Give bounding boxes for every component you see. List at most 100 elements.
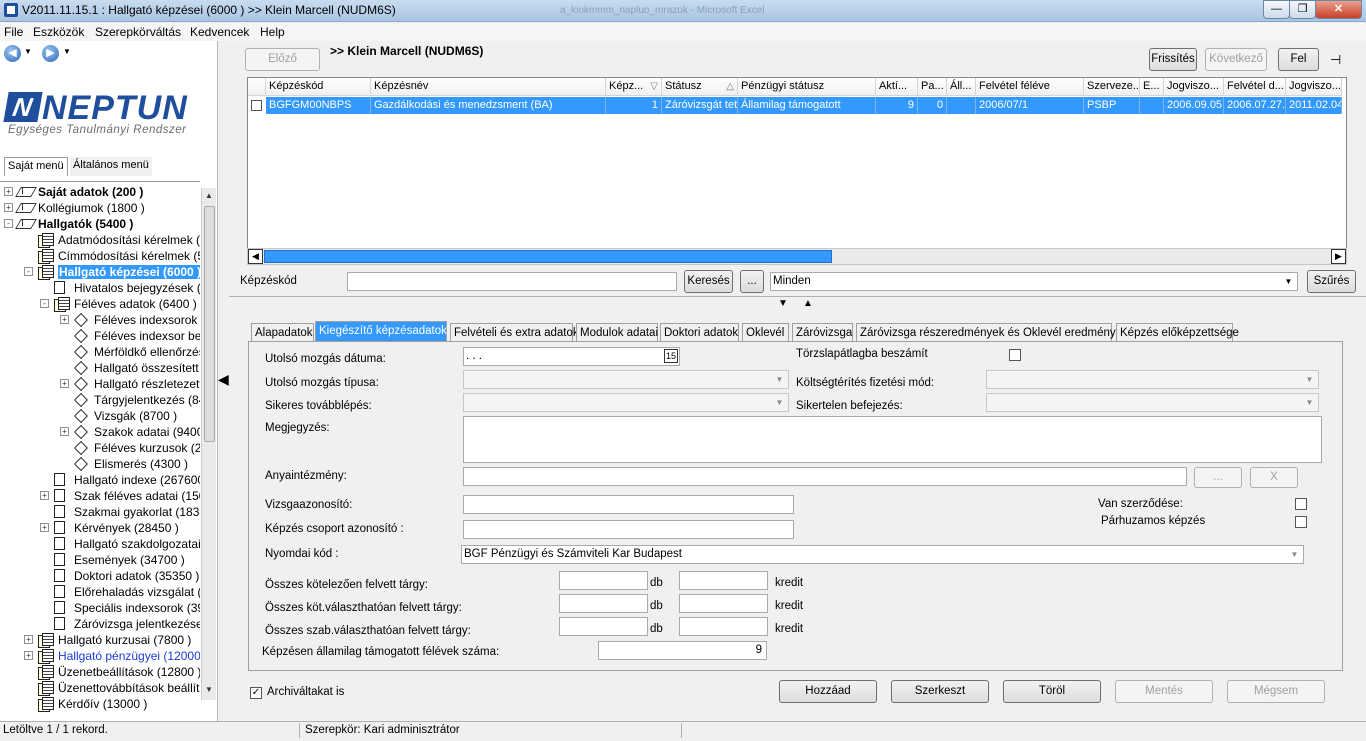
- last-movement-date-field[interactable]: . . . 15: [463, 347, 680, 366]
- tab-0[interactable]: Alapadatok: [251, 323, 314, 342]
- up-button[interactable]: Fel: [1278, 48, 1319, 71]
- collapse-grid-icon[interactable]: ▼: [778, 298, 788, 309]
- table-cell[interactable]: PSBP: [1084, 97, 1140, 114]
- add-button[interactable]: Hozzáad: [779, 680, 877, 703]
- refresh-button[interactable]: Frissítés: [1149, 48, 1197, 71]
- column-header[interactable]: Jogviszo...: [1286, 78, 1342, 96]
- collapse-icon[interactable]: -: [40, 299, 49, 308]
- scrollbar-thumb[interactable]: [264, 250, 832, 263]
- tree-item[interactable]: Saját adatok (200 ): [38, 184, 143, 200]
- tree-item[interactable]: Tárgyjelentkezés (840: [94, 392, 200, 408]
- filter-select[interactable]: Minden ▼: [770, 272, 1298, 291]
- exam-id-field[interactable]: [463, 495, 794, 514]
- search-options-button[interactable]: ...: [740, 270, 764, 293]
- expand-icon[interactable]: +: [24, 651, 33, 660]
- parallel-training-checkbox[interactable]: [1295, 516, 1307, 528]
- optional-subjects-credits[interactable]: [679, 594, 768, 613]
- mandatory-subjects-credits[interactable]: [679, 571, 768, 590]
- tree-item[interactable]: Események (34700 ): [74, 552, 185, 568]
- column-header[interactable]: E...: [1140, 78, 1164, 96]
- column-header[interactable]: Aktí...: [876, 78, 918, 96]
- expand-icon[interactable]: +: [24, 635, 33, 644]
- column-header[interactable]: Pa...: [918, 78, 947, 96]
- tree-item[interactable]: Hallgató pénzügyei (12000 ): [58, 648, 200, 664]
- tree-item[interactable]: Hallgató szakdolgozatai (2: [74, 536, 200, 552]
- scrollbar-thumb[interactable]: [204, 206, 215, 442]
- tree-item[interactable]: Üzenettovábbítások beállítás: [58, 680, 200, 696]
- tree-item[interactable]: Címmódosítási kérelmek (5700: [58, 248, 200, 264]
- expand-icon[interactable]: +: [60, 379, 69, 388]
- successful-progression-select[interactable]: ▼: [463, 393, 789, 412]
- tree-item[interactable]: Adatmódosítási kérelmek (5600: [58, 232, 200, 248]
- tree-item[interactable]: Féléves kurzusok (26: [94, 440, 200, 456]
- next-button[interactable]: Következő: [1205, 48, 1267, 71]
- cancel-button[interactable]: Mégsem: [1227, 680, 1325, 703]
- table-cell[interactable]: 2006.07.27.: [1224, 97, 1286, 114]
- free-subjects-credits[interactable]: [679, 617, 768, 636]
- search-button[interactable]: Keresés: [684, 270, 733, 293]
- back-arrow-icon[interactable]: ◀: [4, 45, 21, 62]
- tree-scrollbar[interactable]: ▲ ▼: [201, 188, 216, 700]
- expand-icon[interactable]: +: [60, 427, 69, 436]
- column-header[interactable]: Képzésnév: [371, 78, 606, 96]
- tree-item[interactable]: Féléves indexsorok (6: [94, 312, 200, 328]
- archived-checkbox[interactable]: ✓: [250, 687, 262, 699]
- filter-button[interactable]: Szűrés: [1307, 270, 1356, 293]
- column-header[interactable]: Felvétel d...: [1224, 78, 1286, 96]
- tree-item[interactable]: Előrehaladás vizsgálat (35: [74, 584, 200, 600]
- tree-item[interactable]: Üzenetbeállítások (12800 ): [58, 664, 200, 680]
- collapse-left-icon[interactable]: ◀: [218, 371, 229, 388]
- table-cell[interactable]: 2006.09.05: [1164, 97, 1224, 114]
- expand-grid-icon[interactable]: ▲: [803, 298, 813, 309]
- forward-arrow-icon[interactable]: ▶: [42, 45, 59, 62]
- scroll-right-icon[interactable]: ▶: [1331, 249, 1346, 264]
- tab-4[interactable]: Doktori adatok: [660, 323, 739, 342]
- table-cell[interactable]: [947, 97, 976, 114]
- tree-item[interactable]: Hallgatók (5400 ): [38, 216, 133, 232]
- state-funded-semesters-field[interactable]: 9: [598, 641, 767, 660]
- tree-item[interactable]: Szak féléves adatai (150: [74, 488, 200, 504]
- tree-item[interactable]: Vizsgák (8700 ): [94, 408, 177, 424]
- print-code-select[interactable]: BGF Pénzügyi és Számviteli Kar Budapest ▼: [461, 545, 1304, 564]
- table-cell[interactable]: 2011.02.04: [1286, 97, 1342, 114]
- table-cell[interactable]: Államilag támogatott: [738, 97, 876, 114]
- tree-item[interactable]: Hallgató képzései (6000 ): [58, 264, 200, 280]
- tree-item[interactable]: Kérdőív (13000 ): [58, 696, 147, 712]
- search-input[interactable]: [347, 272, 677, 291]
- tree-item[interactable]: Doktori adatok (35350 ): [74, 568, 199, 584]
- menu-kedvencek[interactable]: Kedvencek: [190, 25, 249, 39]
- splitter-line[interactable]: [229, 296, 1366, 297]
- parent-institution-field[interactable]: [463, 467, 1187, 486]
- pin-icon[interactable]: ⊣: [1330, 52, 1341, 68]
- menu-help[interactable]: Help: [260, 25, 285, 39]
- chevron-down-icon[interactable]: ▼: [772, 372, 787, 387]
- menu-szerepkorvaltas[interactable]: Szerepkörváltás: [95, 25, 181, 39]
- tab-7[interactable]: Záróvizsga részeredmények és Oklevél ere…: [856, 323, 1128, 342]
- scroll-up-icon[interactable]: ▲: [205, 191, 213, 200]
- column-header[interactable]: Felvétel féléve: [976, 78, 1084, 96]
- column-header[interactable]: Szerveze...: [1084, 78, 1140, 96]
- chevron-down-icon[interactable]: ▼: [1302, 372, 1317, 387]
- tree-item[interactable]: Mérföldkő ellenőrzés: [94, 344, 200, 360]
- expand-icon[interactable]: +: [40, 523, 49, 532]
- calendar-icon[interactable]: 15: [663, 349, 678, 363]
- tab-5[interactable]: Oklevél: [742, 323, 789, 342]
- payment-mode-select[interactable]: ▼: [986, 370, 1319, 389]
- tree-item[interactable]: Hallgató indexe (267600: [74, 472, 200, 488]
- last-movement-type-select[interactable]: ▼: [463, 370, 789, 389]
- group-id-field[interactable]: [463, 520, 794, 539]
- chevron-down-icon[interactable]: ▼: [1287, 547, 1302, 562]
- column-header[interactable]: Képzéskód: [266, 78, 371, 96]
- collapse-icon[interactable]: -: [24, 267, 33, 276]
- tree-item[interactable]: Záróvizsga jelentkezések: [74, 616, 200, 632]
- tree-item[interactable]: Szakmai gyakorlat (18350: [74, 504, 200, 520]
- table-cell[interactable]: 9: [876, 97, 918, 114]
- scroll-down-icon[interactable]: ▼: [205, 685, 213, 694]
- menu-eszkozok[interactable]: Eszközök: [33, 25, 84, 39]
- expand-icon[interactable]: +: [4, 187, 13, 196]
- prev-button[interactable]: Előző: [245, 48, 320, 71]
- panel-splitter[interactable]: ◀: [218, 41, 229, 721]
- column-header[interactable]: Jogviszo...: [1164, 78, 1224, 96]
- tree-item[interactable]: Hallgató részletezett m: [94, 376, 200, 392]
- grid-horizontal-scrollbar[interactable]: ◀ ▶: [247, 248, 1347, 265]
